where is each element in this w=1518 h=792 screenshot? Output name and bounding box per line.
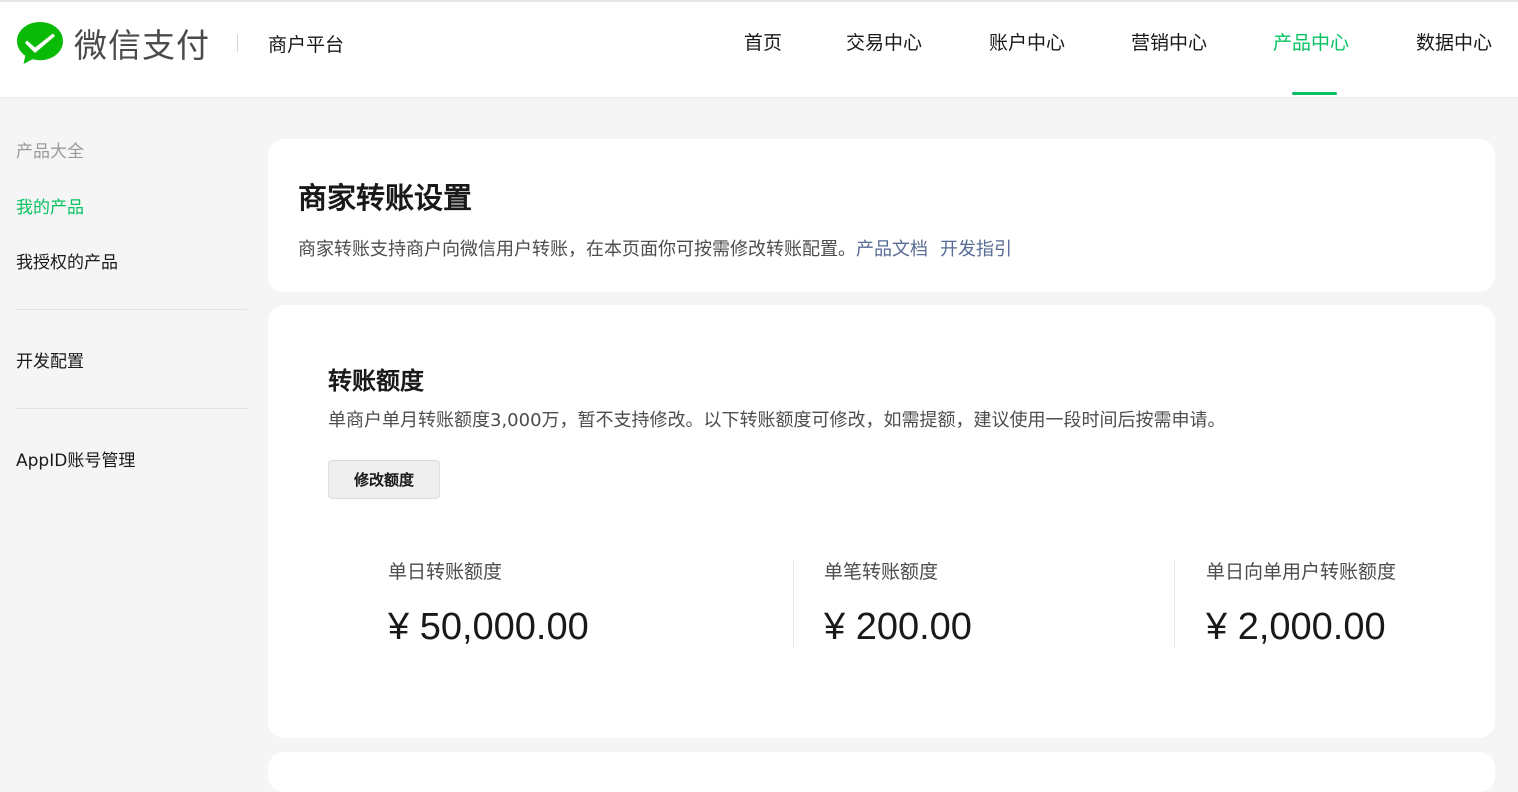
sidebar-item-authorized-products[interactable]: 我授权的产品 <box>16 248 118 273</box>
stat-divider <box>1174 559 1175 649</box>
quota-section-title: 转账额度 <box>328 367 424 395</box>
sidebar-divider <box>16 309 247 310</box>
quota-section-description: 单商户单月转账额度3,000万，暂不支持修改。以下转账额度可修改，如需提额，建议… <box>328 410 1226 431</box>
top-navigation-bar: 微信支付 商户平台 首页 交易中心 账户中心 营销中心 产品中心 数据中心 <box>0 0 1518 98</box>
quota-stat-label: 单日向单用户转账额度 <box>1206 561 1397 583</box>
quota-stat-daily: 单日转账额度 ¥ 50,000.00 <box>388 557 589 649</box>
nav-data-center[interactable]: 数据中心 <box>1416 28 1492 55</box>
page-title: 商家转账设置 <box>298 181 473 215</box>
quota-stat-value: ¥ 2,000.00 <box>1206 606 1386 648</box>
nav-marketing-center[interactable]: 营销中心 <box>1131 28 1207 55</box>
modify-quota-button[interactable]: 修改额度 <box>328 460 440 499</box>
sidebar-item-dev-config[interactable]: 开发配置 <box>16 347 84 372</box>
nav-transaction-center[interactable]: 交易中心 <box>846 28 922 55</box>
quota-stat-label: 单笔转账额度 <box>824 561 939 583</box>
page-description: 商家转账支持商户向微信用户转账，在本页面你可按需修改转账配置。产品文档 开发指引 <box>298 235 1012 261</box>
page-description-text: 商家转账支持商户向微信用户转账，在本页面你可按需修改转账配置。 <box>298 239 856 260</box>
stat-divider <box>793 559 794 649</box>
intro-card: 商家转账设置 商家转账支持商户向微信用户转账，在本页面你可按需修改转账配置。产品… <box>268 139 1495 292</box>
sidebar-item-all-products[interactable]: 产品大全 <box>16 137 84 162</box>
nav-account-center[interactable]: 账户中心 <box>989 28 1065 55</box>
next-settings-card <box>268 752 1495 792</box>
dev-guide-link[interactable]: 开发指引 <box>940 239 1012 260</box>
quota-stat-value: ¥ 50,000.00 <box>388 606 589 648</box>
active-nav-indicator <box>1292 92 1337 95</box>
main-nav: 首页 交易中心 账户中心 营销中心 产品中心 数据中心 <box>0 28 1518 95</box>
sidebar-item-my-products[interactable]: 我的产品 <box>16 193 84 218</box>
quota-stat-label: 单日转账额度 <box>388 561 503 583</box>
nav-home[interactable]: 首页 <box>744 28 782 55</box>
quota-stat-value: ¥ 200.00 <box>824 606 972 648</box>
product-docs-link[interactable]: 产品文档 <box>856 239 928 260</box>
sidebar-item-appid-management[interactable]: AppID账号管理 <box>16 446 135 471</box>
nav-product-center[interactable]: 产品中心 <box>1273 28 1349 55</box>
quota-stat-daily-per-user: 单日向单用户转账额度 ¥ 2,000.00 <box>1206 557 1396 649</box>
sidebar-divider <box>16 408 247 409</box>
transfer-quota-card: 转账额度 单商户单月转账额度3,000万，暂不支持修改。以下转账额度可修改，如需… <box>268 305 1495 738</box>
quota-stat-single: 单笔转账额度 ¥ 200.00 <box>824 557 972 649</box>
